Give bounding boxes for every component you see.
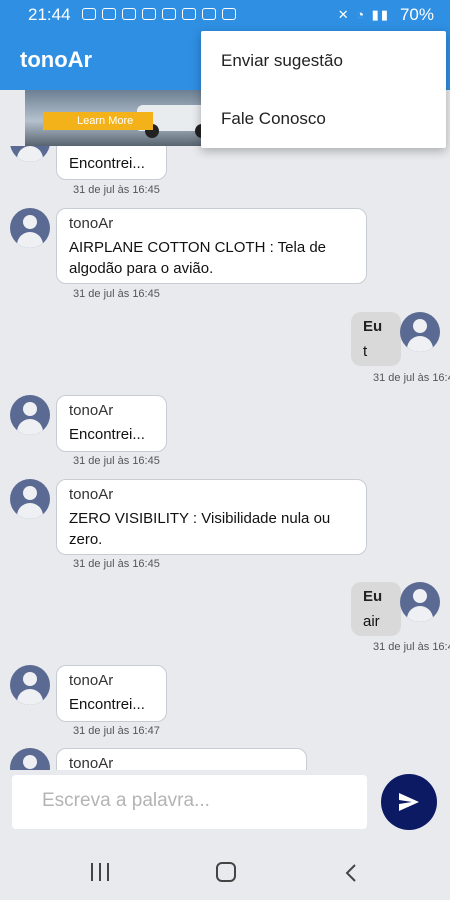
message-sender: tonoAr [69, 215, 114, 232]
message-sender: tonoAr [69, 486, 114, 503]
bot-avatar-icon [10, 395, 50, 435]
notification-icon [122, 8, 136, 20]
message-bubble: tonoAr Encontrei... [56, 665, 167, 722]
message-text: t [363, 343, 368, 360]
word-input-container [12, 775, 367, 829]
menu-item-enviar-sugestao[interactable]: Enviar sugestão [221, 51, 343, 71]
signal-icons: ✕ ◔ ▮▮ [337, 7, 390, 22]
system-nav-bar [0, 843, 450, 900]
message-timestamp: 31 de jul às 16:45 [373, 641, 450, 653]
bot-avatar-icon [10, 208, 50, 248]
learn-more-button[interactable]: Learn More [43, 112, 153, 130]
app-title: tonoAr [20, 47, 93, 72]
message-sender: tonoAr [69, 755, 114, 770]
message-text: air [363, 613, 380, 630]
overflow-menu: Enviar sugestão Fale Conosco [201, 31, 446, 148]
message-text: Encontrei... [69, 696, 145, 713]
message-text: Encontrei... [69, 426, 145, 443]
user-message-bubble: Eu air [351, 582, 401, 636]
message-timestamp: 31 de jul às 16:45 [373, 372, 450, 384]
message-bubble: tonoAr AIRPLANE COTTON CLOTH : Tela de a… [56, 208, 367, 284]
user-message-bubble: Eu t [351, 312, 401, 366]
user-avatar-icon [400, 582, 440, 622]
message-text: ZERO VISIBILITY : Visibilidade nula ou z… [69, 510, 331, 548]
back-icon[interactable] [344, 863, 358, 883]
bot-avatar-icon [10, 665, 50, 705]
mail-icon [142, 8, 156, 20]
send-button[interactable] [381, 774, 437, 830]
message-bubble: tonoAr [56, 748, 307, 770]
notification-icon [202, 8, 216, 20]
message-timestamp: 31 de jul às 16:45 [73, 558, 160, 570]
message-timestamp: 31 de jul às 16:45 [73, 455, 160, 467]
status-time: 21:44 [28, 5, 71, 24]
bot-avatar-icon [10, 748, 50, 770]
message-text: Encontrei... [69, 155, 145, 172]
message-sender: tonoAr [69, 672, 114, 689]
word-input[interactable] [40, 789, 354, 813]
notification-icons [82, 8, 236, 20]
message-sender: Eu [363, 588, 383, 605]
home-icon[interactable] [216, 862, 236, 882]
message-timestamp: 31 de jul às 16:45 [73, 184, 160, 196]
bot-avatar-icon [10, 479, 50, 519]
message-text: AIRPLANE COTTON CLOTH : Tela de algodão … [69, 239, 327, 277]
message-timestamp: 31 de jul às 16:47 [73, 725, 160, 737]
linkedin-icon [162, 8, 176, 20]
menu-item-fale-conosco[interactable]: Fale Conosco [221, 109, 326, 129]
battery-percent: 70% [399, 5, 434, 24]
send-icon [399, 793, 419, 811]
chat-list[interactable]: Encontrei... 31 de jul às 16:45 tonoAr A… [0, 146, 450, 770]
message-bubble: tonoAr Encontrei... [56, 395, 167, 452]
status-bar: 21:44 ✕ ◔ ▮▮ 70% [0, 0, 450, 30]
bot-avatar-icon [10, 146, 50, 162]
play-icon [82, 8, 96, 20]
notification-icon [102, 8, 116, 20]
message-sender: tonoAr [69, 402, 114, 419]
message-sender: Eu [363, 318, 383, 335]
message-bubble: tonoAr ZERO VISIBILITY : Visibilidade nu… [56, 479, 367, 555]
recents-icon[interactable] [90, 863, 110, 881]
notification-icon [182, 8, 196, 20]
message-timestamp: 31 de jul às 16:45 [73, 288, 160, 300]
image-icon [222, 8, 236, 20]
user-avatar-icon [400, 312, 440, 352]
message-bubble: Encontrei... [56, 146, 167, 180]
